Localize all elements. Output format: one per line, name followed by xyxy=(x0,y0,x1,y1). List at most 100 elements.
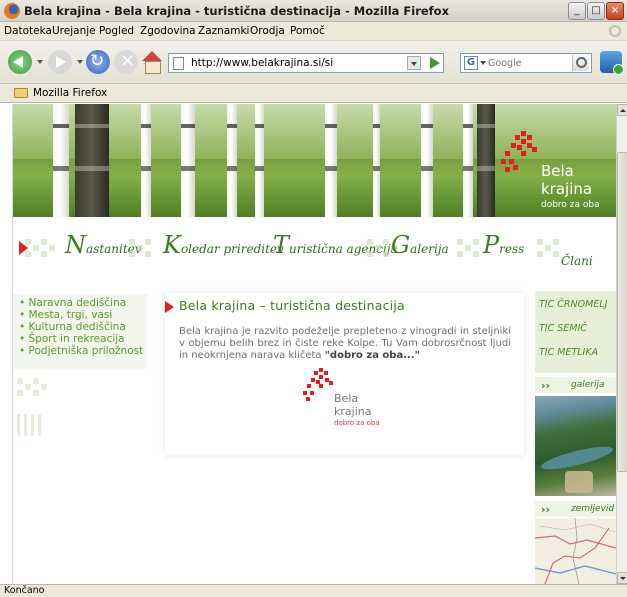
url-text[interactable]: http://www.belakrajina.si/si xyxy=(191,57,333,69)
double-arrow-icon: ›› xyxy=(541,503,551,516)
banner-logo[interactable]: Bela krajina dobro za oba xyxy=(493,119,609,214)
nav-label: alerija xyxy=(410,242,449,256)
left-menu-item[interactable]: Naravna dediščina xyxy=(19,297,147,309)
menu-orodja[interactable]: Orodja xyxy=(250,25,285,37)
nav-cap: K xyxy=(163,231,181,259)
gallery-river xyxy=(539,442,615,474)
map-preview-icon xyxy=(535,518,616,584)
bookmark-mozilla-firefox[interactable]: Mozilla Firefox xyxy=(33,87,107,99)
page-heading: Bela krajina – turistična destinacija xyxy=(179,298,405,313)
left-menu: Naravna dediščina Mesta, trgi, vasi Kult… xyxy=(13,294,147,369)
tic-links: TIC ČRNOMELJ TIC SEMIČ TIC METLIKA xyxy=(535,291,616,373)
nav-label: Člani xyxy=(561,254,593,268)
scroll-thumb[interactable] xyxy=(617,152,627,472)
site-navigation: Nastanitev Koledar prireditev Turistična… xyxy=(13,217,616,277)
birch-trunk xyxy=(373,104,380,217)
home-button[interactable] xyxy=(140,50,164,74)
bela-krajina-logo-icon xyxy=(303,368,333,401)
url-bar[interactable]: http://www.belakrajina.si/si xyxy=(168,53,444,73)
banner-brand-line1: Bela xyxy=(541,162,574,180)
banner-image: Bela krajina dobro za oba xyxy=(13,104,616,217)
extension-icon[interactable] xyxy=(600,51,624,75)
menu-urejanje[interactable]: Urejanje xyxy=(52,25,96,37)
birch-trunk xyxy=(463,104,473,217)
go-arrow-icon[interactable] xyxy=(430,57,440,69)
nav-clani[interactable]: Člani xyxy=(561,243,593,271)
menu-pogled[interactable]: Pogled xyxy=(99,25,134,37)
scroll-down-button[interactable] xyxy=(617,572,627,584)
throbber-icon xyxy=(609,25,621,37)
firefox-icon xyxy=(4,3,20,19)
gallery-thumbnail[interactable] xyxy=(535,396,616,496)
banner-slogan: dobro za oba xyxy=(541,200,600,210)
google-engine-icon[interactable]: G xyxy=(464,56,478,70)
back-button[interactable] xyxy=(8,50,32,74)
intro-slogan: "dobro za oba..." xyxy=(324,350,420,361)
scroll-up-button[interactable] xyxy=(617,104,627,116)
nav-cap: P xyxy=(483,231,500,259)
menu-bar: Datoteka Urejanje Pogled Zgodovina Zazna… xyxy=(0,22,627,41)
nav-cap: G xyxy=(391,231,411,259)
nav-cap: T xyxy=(273,231,290,259)
main-content: Bela krajina – turistična destinacija Be… xyxy=(165,293,524,455)
engine-caret-icon[interactable] xyxy=(480,61,486,65)
banner-brand-line2: krajina xyxy=(541,180,593,198)
page-viewport: Bela krajina dobro za oba Nastanitev Kol… xyxy=(13,104,616,584)
maximize-button[interactable]: □ xyxy=(587,2,605,20)
left-menu-item[interactable]: Mesta, trgi, vasi xyxy=(19,309,147,321)
gallery-widget-header[interactable]: ›› galerija xyxy=(535,377,616,393)
menu-zaznamki[interactable]: Zaznamki xyxy=(198,25,249,37)
menu-pomoc[interactable]: Pomoč xyxy=(290,25,325,37)
nav-koledar-prireditev[interactable]: Koledar prireditev xyxy=(163,231,284,259)
map-widget-header[interactable]: ›› zemljevid xyxy=(535,501,616,517)
birch-trunk xyxy=(181,104,195,217)
gallery-cliff xyxy=(565,471,593,493)
map-label[interactable]: zemljevid xyxy=(571,504,614,514)
vertical-scrollbar[interactable] xyxy=(616,104,627,584)
nav-label: ress xyxy=(499,242,525,256)
status-text: Končano xyxy=(4,585,45,596)
stop-button[interactable] xyxy=(114,50,138,74)
left-menu-item[interactable]: Šport in rekreacija xyxy=(19,333,147,345)
content-logo-slogan: dobro za oba xyxy=(334,419,380,427)
nav-galerija[interactable]: Galerija xyxy=(391,231,449,259)
left-menu-item[interactable]: Kulturna dediščina xyxy=(19,321,147,333)
back-history-caret-icon[interactable] xyxy=(37,60,43,64)
birch-trunk xyxy=(227,104,237,217)
map-thumbnail[interactable] xyxy=(535,518,616,584)
page-icon xyxy=(173,57,184,70)
nav-arrow-icon xyxy=(19,241,28,255)
search-magnifier-icon[interactable] xyxy=(572,55,589,71)
navigation-toolbar: http://www.belakrajina.si/si G xyxy=(0,41,627,84)
left-menu-item[interactable]: Podjetniška priložnost xyxy=(19,345,147,357)
nav-label: oledar prireditev xyxy=(180,242,284,256)
window-titlebar: Bela krajina - Bela krajina - turistična… xyxy=(0,0,627,22)
reload-button[interactable] xyxy=(86,50,110,74)
content-logo-line1: Bela xyxy=(334,392,359,405)
url-history-dropdown[interactable] xyxy=(407,56,421,70)
nav-cap: N xyxy=(65,231,86,259)
tic-semic-link[interactable]: TIC SEMIČ xyxy=(539,323,587,334)
search-bar[interactable]: G xyxy=(460,53,592,73)
double-arrow-icon: ›› xyxy=(541,379,551,392)
birch-trunk xyxy=(325,104,337,217)
forward-button[interactable] xyxy=(48,50,72,74)
menu-zgodovina[interactable]: Zgodovina xyxy=(140,25,196,37)
content-logo-line2: krajina xyxy=(334,405,372,418)
bookmarks-toolbar: Mozilla Firefox xyxy=(0,84,627,103)
status-bar: Končano xyxy=(0,584,627,597)
minimize-button[interactable]: _ xyxy=(568,2,586,20)
window-title: Bela krajina - Bela krajina - turistična… xyxy=(24,4,449,18)
gallery-label[interactable]: galerija xyxy=(571,380,604,390)
search-input[interactable] xyxy=(488,56,566,70)
forward-history-caret-icon[interactable] xyxy=(77,60,83,64)
content-logo: Bela krajina dobro za oba xyxy=(301,366,381,431)
birch-trunk xyxy=(255,104,264,217)
birch-trunk xyxy=(141,104,151,217)
close-button[interactable]: × xyxy=(606,2,624,20)
tic-metlika-link[interactable]: TIC METLIKA xyxy=(539,347,598,358)
tic-crnomelj-link[interactable]: TIC ČRNOMELJ xyxy=(539,299,607,310)
nav-press[interactable]: Press xyxy=(483,231,524,259)
menu-datoteka[interactable]: Datoteka xyxy=(4,25,52,37)
folk-motif-icon xyxy=(17,378,47,436)
